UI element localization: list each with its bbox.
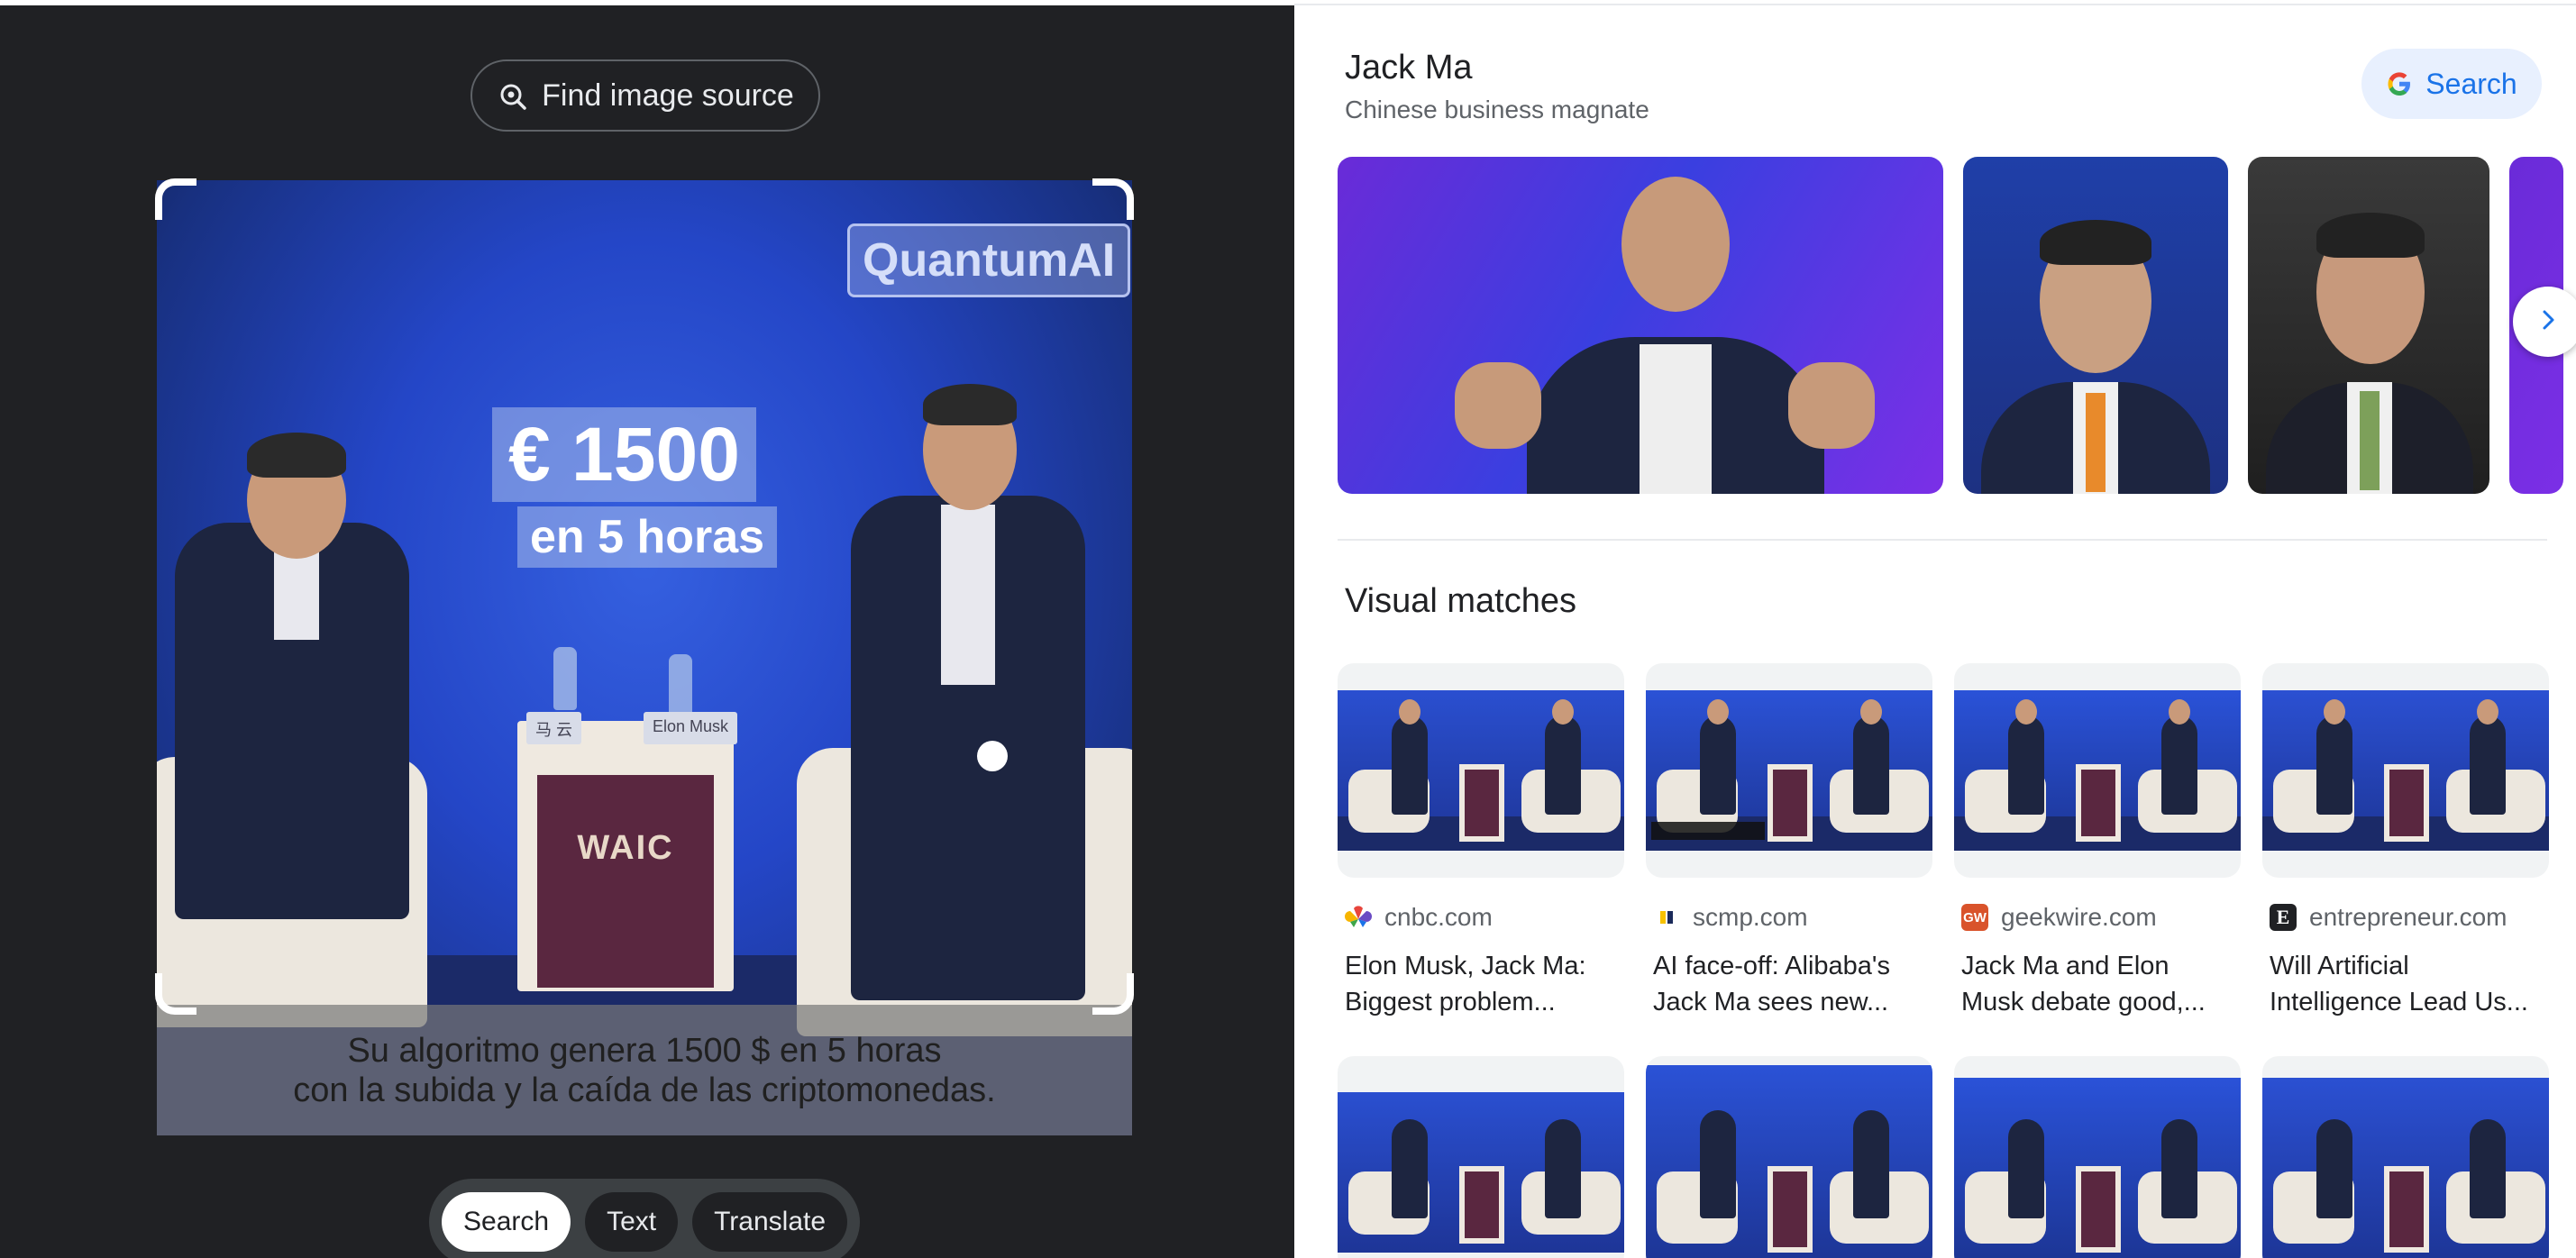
match-source: scmp.com — [1693, 903, 1808, 931]
find-image-source-label: Find image source — [542, 77, 794, 113]
visual-match-card[interactable] — [1338, 1056, 1624, 1258]
crop-handle-bottom-left[interactable] — [155, 973, 196, 1015]
subtitle-line-1: Su algoritmo genera 1500 $ en 5 horas — [347, 1031, 942, 1070]
lens-mode-toggle: Search Text Translate — [429, 1179, 860, 1258]
match-title[interactable]: Elon Musk, Jack Ma: Biggest problem... — [1345, 948, 1621, 1020]
google-g-icon — [2386, 70, 2413, 97]
top-divider — [1294, 4, 2576, 5]
podium: WAIC — [517, 721, 734, 991]
overlay-amount-text: € 1500 — [492, 407, 756, 502]
entity-title[interactable]: Jack Ma — [1345, 49, 1472, 87]
quantumai-watermark: QuantumAI — [847, 223, 1131, 297]
cnbc-icon — [1345, 904, 1372, 931]
match-title[interactable]: Will Artificial Intelligence Lead Us... — [2270, 948, 2545, 1020]
water-bottle — [669, 654, 692, 717]
match-source: entrepreneur.com — [2309, 903, 2507, 931]
visual-match-card[interactable]: GW geekwire.com Jack Ma and Elon Musk de… — [1954, 663, 2241, 1024]
match-thumbnail — [1338, 663, 1624, 878]
water-bottle — [553, 647, 577, 710]
crop-handle-top-right[interactable] — [1092, 178, 1134, 220]
match-thumbnail — [1646, 663, 1932, 878]
entrepreneur-icon: E — [2270, 904, 2297, 931]
entity-subtitle: Chinese business magnate — [1345, 96, 1649, 123]
find-image-source-button[interactable]: Find image source — [470, 59, 820, 132]
mode-text-button[interactable]: Text — [585, 1192, 679, 1252]
visual-match-card[interactable]: cnbc.com Elon Musk, Jack Ma: Biggest pro… — [1338, 663, 1624, 1024]
match-thumbnail — [1954, 663, 2241, 878]
uploaded-image[interactable]: WAIC 马 云 Elon Musk QuantumAI € 1500 en 5… — [157, 180, 1132, 1135]
nameplate-right: Elon Musk — [644, 712, 738, 744]
nameplate-left: 马 云 — [526, 712, 582, 744]
section-divider — [1338, 539, 2547, 541]
top-edge — [0, 0, 1294, 5]
entity-image-1[interactable] — [1338, 157, 1943, 494]
image-selection-pane: Find image source WAIC 马 云 Elon Musk Qua… — [0, 0, 1294, 1258]
match-title[interactable]: AI face-off: Alibaba's Jack Ma sees new.… — [1653, 948, 1929, 1020]
match-thumbnail — [1646, 1056, 1932, 1258]
podium-logo: WAIC — [577, 829, 674, 867]
match-thumbnail — [2262, 1056, 2549, 1258]
mode-translate-button[interactable]: Translate — [692, 1192, 848, 1252]
selection-dot[interactable] — [977, 741, 1008, 771]
match-thumbnail — [1954, 1056, 2241, 1258]
match-thumbnail — [2262, 663, 2549, 878]
match-title[interactable]: Jack Ma and Elon Musk debate good,... — [1961, 948, 2237, 1020]
match-thumbnail — [1338, 1056, 1624, 1258]
overlay-hours-text: en 5 horas — [517, 506, 778, 568]
entity-image-2[interactable] — [1963, 157, 2228, 494]
visual-match-card[interactable]: scmp.com AI face-off: Alibaba's Jack Ma … — [1646, 663, 1932, 1024]
chevron-right-icon — [2535, 306, 2562, 338]
geekwire-icon: GW — [1961, 904, 1988, 931]
match-source: cnbc.com — [1384, 903, 1493, 931]
visual-match-card[interactable] — [1954, 1056, 2241, 1258]
entity-image-3[interactable] — [2248, 157, 2489, 494]
lens-search-icon — [497, 80, 527, 111]
subtitle-line-2: con la subida y la caída de las criptomo… — [293, 1071, 996, 1109]
visual-match-card[interactable] — [1646, 1056, 1932, 1258]
entity-search-button[interactable]: Search — [2361, 49, 2542, 119]
visual-match-card[interactable]: E entrepreneur.com Will Artificial Intel… — [2262, 663, 2549, 1024]
crop-handle-bottom-right[interactable] — [1092, 973, 1134, 1015]
video-subtitle: Su algoritmo genera 1500 $ en 5 horas co… — [157, 1005, 1132, 1135]
crop-handle-top-left[interactable] — [155, 178, 196, 220]
visual-matches-heading: Visual matches — [1345, 582, 1576, 620]
entity-search-label: Search — [2425, 67, 2517, 100]
match-source: geekwire.com — [2001, 903, 2157, 931]
visual-match-card[interactable] — [2262, 1056, 2549, 1258]
mode-search-button[interactable]: Search — [442, 1192, 571, 1252]
scmp-icon — [1653, 904, 1680, 931]
entity-next-button[interactable] — [2513, 287, 2576, 357]
results-pane: Jack Ma Chinese business magnate Search — [1294, 0, 2576, 1258]
